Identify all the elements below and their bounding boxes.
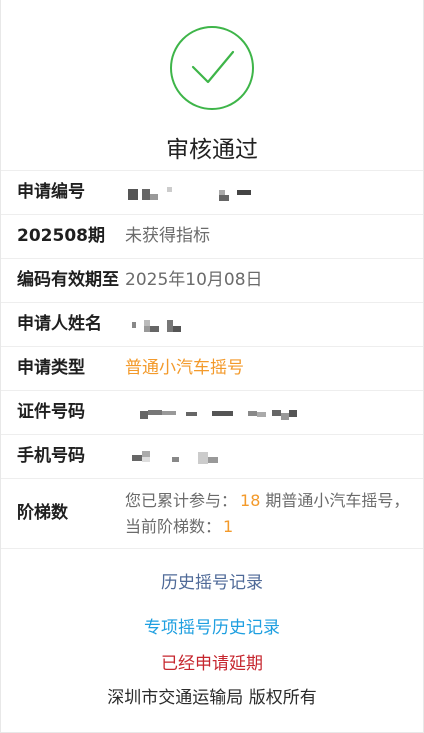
info-row-application-type: 申请类型 普通小汽车摇号 [1, 347, 423, 391]
status-title: 审核通过 [166, 137, 258, 163]
info-row-application-number: 申请编号 [1, 171, 423, 215]
info-row-applicant-name: 申请人姓名 [1, 303, 423, 347]
phone-number-value-redacted [125, 447, 225, 467]
applicant-name-label: 申请人姓名 [17, 314, 102, 334]
period-label: 202508期 [17, 226, 105, 246]
id-number-value-redacted [125, 403, 305, 423]
redacted-mosaic [140, 410, 297, 420]
success-check-graphic [170, 26, 254, 110]
id-number-label: 证件号码 [17, 402, 85, 422]
application-number-value-redacted [125, 183, 265, 203]
ladder-value: 您已累计参与： 18 期普通小汽车摇号， 当前阶梯数： 1 [125, 488, 409, 540]
success-check-icon [169, 25, 255, 111]
redacted-mosaic [132, 451, 218, 464]
application-info-list: 申请编号 202508期 未获得指标 编码有效期至 2025年10月08日 申请… [1, 170, 423, 549]
info-row-phone-number: 手机号码 [1, 435, 423, 479]
extension-status-text: 已经申请延期 [161, 654, 263, 674]
info-row-id-number: 证件号码 [1, 391, 423, 435]
redacted-mosaic [128, 187, 251, 201]
participation-suffix: 期普通小汽车摇号， [265, 491, 410, 510]
application-number-label: 申请编号 [17, 182, 85, 202]
phone-number-label: 手机号码 [17, 446, 85, 466]
audit-result-page: 审核通过 申请编号 202508期 未获得指标 编码有效期至 2025年10月0… [0, 0, 424, 733]
special-lottery-history-link[interactable]: 专项摇号历史记录 [1, 616, 423, 640]
info-row-code-valid-until: 编码有效期至 2025年10月08日 [1, 259, 423, 303]
redacted-mosaic [132, 320, 181, 332]
info-row-ladder: 阶梯数 您已累计参与： 18 期普通小汽车摇号， 当前阶梯数： 1 [1, 479, 423, 549]
code-valid-until-value: 2025年10月08日 [125, 270, 263, 290]
copyright-footer: 深圳市交通运输局 版权所有 [107, 688, 317, 708]
info-row-period-result: 202508期 未获得指标 [1, 215, 423, 259]
participation-count: 18 [240, 491, 261, 510]
history-lottery-records-link[interactable]: 历史摇号记录 [1, 571, 423, 595]
ladder-label: 阶梯数 [17, 503, 68, 523]
application-type-value: 普通小汽车摇号 [125, 358, 244, 378]
ladder-level-line: 当前阶梯数： 1 [125, 514, 409, 540]
period-result-value: 未获得指标 [125, 226, 210, 246]
participation-text: 您已累计参与： [125, 491, 238, 510]
ladder-level-number: 1 [223, 517, 234, 536]
application-type-label: 申请类型 [17, 358, 85, 378]
applicant-name-value-redacted [125, 315, 195, 335]
ladder-level-text: 当前阶梯数： [125, 517, 222, 536]
ladder-participation-line: 您已累计参与： 18 期普通小汽车摇号， [125, 488, 409, 514]
code-valid-until-label: 编码有效期至 [17, 270, 119, 290]
